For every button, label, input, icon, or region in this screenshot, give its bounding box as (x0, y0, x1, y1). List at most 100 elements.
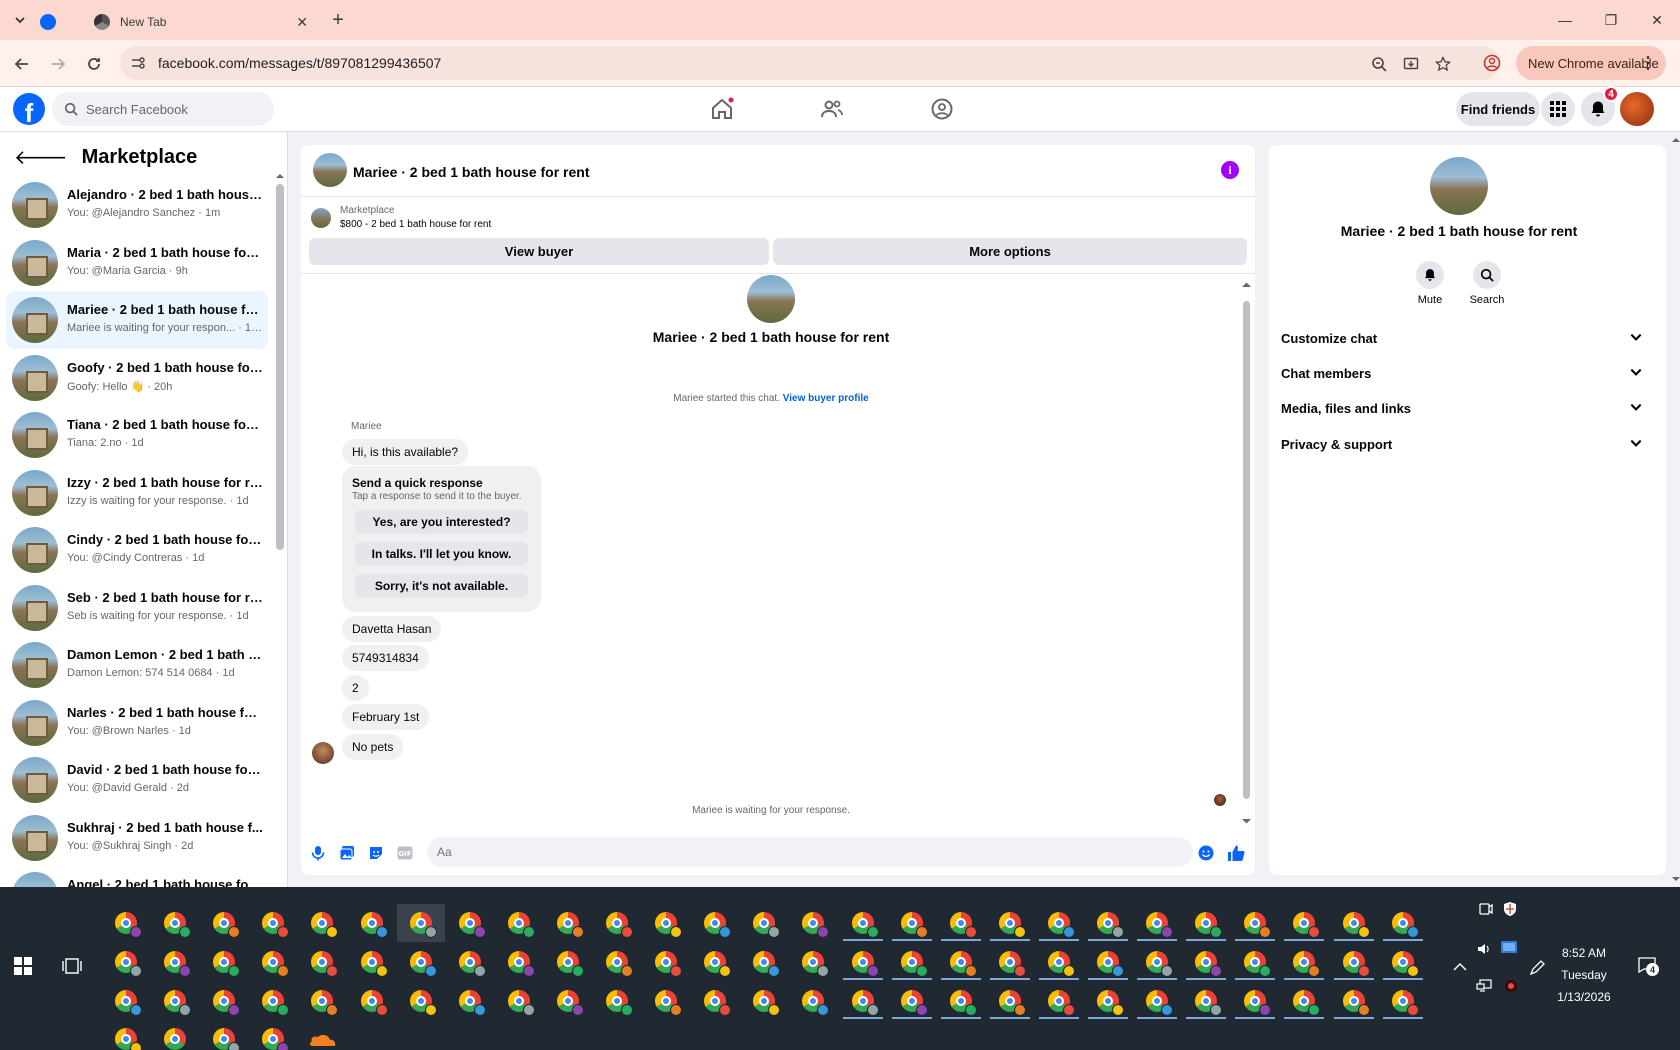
taskbar-app-icon[interactable] (937, 982, 985, 1020)
photo-icon[interactable] (338, 844, 356, 862)
close-window-button[interactable]: ✕ (1634, 0, 1680, 40)
taskbar-app-icon[interactable] (249, 943, 297, 981)
taskbar-app-icon[interactable] (789, 904, 837, 942)
tab-facebook[interactable] (40, 4, 60, 40)
account-avatar[interactable] (1620, 92, 1654, 126)
taskbar-app-icon[interactable] (691, 982, 739, 1020)
taskbar-app-icon[interactable] (544, 904, 592, 942)
taskbar-app-icon[interactable] (986, 982, 1034, 1020)
taskbar-app-icon[interactable] (102, 1020, 150, 1050)
taskbar-app-icon[interactable] (151, 904, 199, 942)
taskbar-app-icon[interactable] (691, 943, 739, 981)
taskbar-app-icon[interactable] (396, 904, 445, 942)
taskbar-app-icon[interactable] (1231, 982, 1279, 1020)
taskbar-app-icon[interactable] (1084, 982, 1132, 1020)
more-options-button[interactable]: More options (773, 238, 1247, 265)
scrollbar-thumb[interactable] (276, 184, 284, 550)
taskbar-app-icon[interactable] (1280, 943, 1328, 981)
conversation-item[interactable]: Tiana · 2 bed 1 bath house for r... Tiana… (6, 406, 268, 464)
taskbar-app-icon[interactable] (1280, 982, 1328, 1020)
back-button[interactable] (8, 50, 36, 78)
taskbar-app-icon[interactable] (888, 904, 936, 942)
taskbar-app-icon[interactable] (789, 982, 837, 1020)
windows-start-icon[interactable] (14, 957, 32, 975)
sidebar-scrollbar[interactable] (276, 172, 284, 887)
taskbar-app-icon[interactable] (446, 982, 494, 1020)
view-buyer-button[interactable]: View buyer (309, 238, 769, 265)
minimize-button[interactable]: — (1542, 0, 1588, 40)
taskbar-app-icon[interactable] (495, 904, 543, 942)
taskbar-app-icon[interactable] (249, 904, 297, 942)
taskbar-app-icon[interactable] (1231, 904, 1279, 942)
task-view-icon[interactable] (62, 957, 82, 975)
taskbar-app-icon[interactable] (691, 904, 739, 942)
taskbar-app-icon[interactable] (495, 982, 543, 1020)
search-facebook-input[interactable]: Search Facebook (52, 92, 274, 126)
conversation-item[interactable]: Maria · 2 bed 1 bath house for r... You: … (6, 234, 268, 292)
taskbar-app-icon[interactable] (397, 943, 445, 981)
taskbar-app-icon[interactable] (298, 943, 346, 981)
taskbar-app-icon[interactable] (1280, 904, 1328, 942)
chrome-update-button[interactable]: New Chrome available ⋮ (1516, 46, 1666, 80)
more-vertical-icon[interactable]: ⋮ (1640, 53, 1656, 73)
taskbar-app-icon[interactable] (1182, 982, 1230, 1020)
gif-icon[interactable]: GIF (396, 844, 414, 862)
menu-button[interactable] (1541, 92, 1575, 126)
taskbar-app-icon[interactable] (249, 982, 297, 1020)
microphone-icon[interactable] (309, 844, 327, 862)
listing-thumbnail[interactable] (311, 208, 331, 228)
like-thumb-icon[interactable] (1227, 844, 1245, 862)
taskbar-app-icon[interactable] (446, 904, 494, 942)
back-arrow-icon[interactable]: 🡐 (14, 145, 68, 170)
taskbar-app-icon[interactable] (1035, 943, 1083, 981)
taskbar-app-icon[interactable] (200, 982, 248, 1020)
taskbar-app-icon[interactable] (642, 943, 690, 981)
taskbar-app-icon[interactable] (1330, 982, 1378, 1020)
media-files-links-row[interactable]: Media, files and links (1281, 393, 1643, 423)
taskbar-app-icon[interactable] (593, 904, 641, 942)
taskbar-app-icon[interactable] (446, 943, 494, 981)
details-avatar[interactable] (1430, 157, 1488, 215)
taskbar-app-icon[interactable] (200, 1020, 248, 1050)
taskbar-app-icon[interactable] (789, 943, 837, 981)
conversation-item[interactable]: Seb · 2 bed 1 bath house for rent Seb is … (6, 579, 268, 637)
tab-new-tab[interactable]: New Tab ✕ (84, 4, 316, 40)
taskbar-app-icon[interactable] (740, 982, 788, 1020)
taskbar-app-icon[interactable] (839, 943, 887, 981)
taskbar-app-icon[interactable] (151, 943, 199, 981)
customize-chat-row[interactable]: Customize chat (1281, 323, 1643, 353)
taskbar-app-icon[interactable] (1084, 904, 1132, 942)
taskbar-app-icon[interactable] (1084, 943, 1132, 981)
taskbar-app-icon[interactable] (348, 982, 396, 1020)
taskbar-app-icon[interactable] (298, 904, 346, 942)
taskbar-app-icon[interactable] (986, 943, 1034, 981)
taskbar-app-icon[interactable] (151, 982, 199, 1020)
taskbar-app-icon[interactable] (839, 982, 887, 1020)
taskbar-app-icon[interactable] (642, 904, 690, 942)
tab-search-button[interactable] (8, 8, 32, 32)
taskbar-app-icon[interactable] (348, 904, 396, 942)
taskbar-app-icon[interactable] (1133, 904, 1181, 942)
mute-button[interactable]: Mute (1405, 261, 1455, 306)
conversation-item[interactable]: Goofy · 2 bed 1 bath house for r... Goofy… (6, 349, 268, 407)
site-settings-icon[interactable] (130, 55, 146, 71)
nav-groups[interactable] (926, 93, 958, 125)
chat-avatar[interactable] (313, 153, 347, 187)
taskbar-app-icon[interactable] (1035, 904, 1083, 942)
taskbar-app-icon[interactable] (986, 904, 1034, 942)
sender-avatar[interactable] (312, 742, 334, 764)
reload-button[interactable] (80, 50, 108, 78)
quick-response-sorry-button[interactable]: Sorry, it's not available. (355, 574, 528, 598)
taskbar-app-icon[interactable] (1133, 982, 1181, 1020)
taskbar-app-icon[interactable] (740, 943, 788, 981)
taskbar-app-icon[interactable] (839, 904, 887, 942)
conversation-item[interactable]: Mariee · 2 bed 1 bath house for ... Marie… (6, 291, 268, 349)
security-shield-icon[interactable] (1502, 901, 1518, 917)
taskbar-app-icon[interactable] (495, 943, 543, 981)
taskbar-app-icon[interactable] (397, 982, 445, 1020)
close-tab-icon[interactable]: ✕ (296, 14, 308, 31)
forward-button[interactable] (44, 50, 72, 78)
taskbar-app-icon[interactable] (544, 982, 592, 1020)
conversation-item[interactable]: Narles · 2 bed 1 bath house for r... You:… (6, 694, 268, 752)
taskbar-app-icon[interactable] (740, 904, 788, 942)
